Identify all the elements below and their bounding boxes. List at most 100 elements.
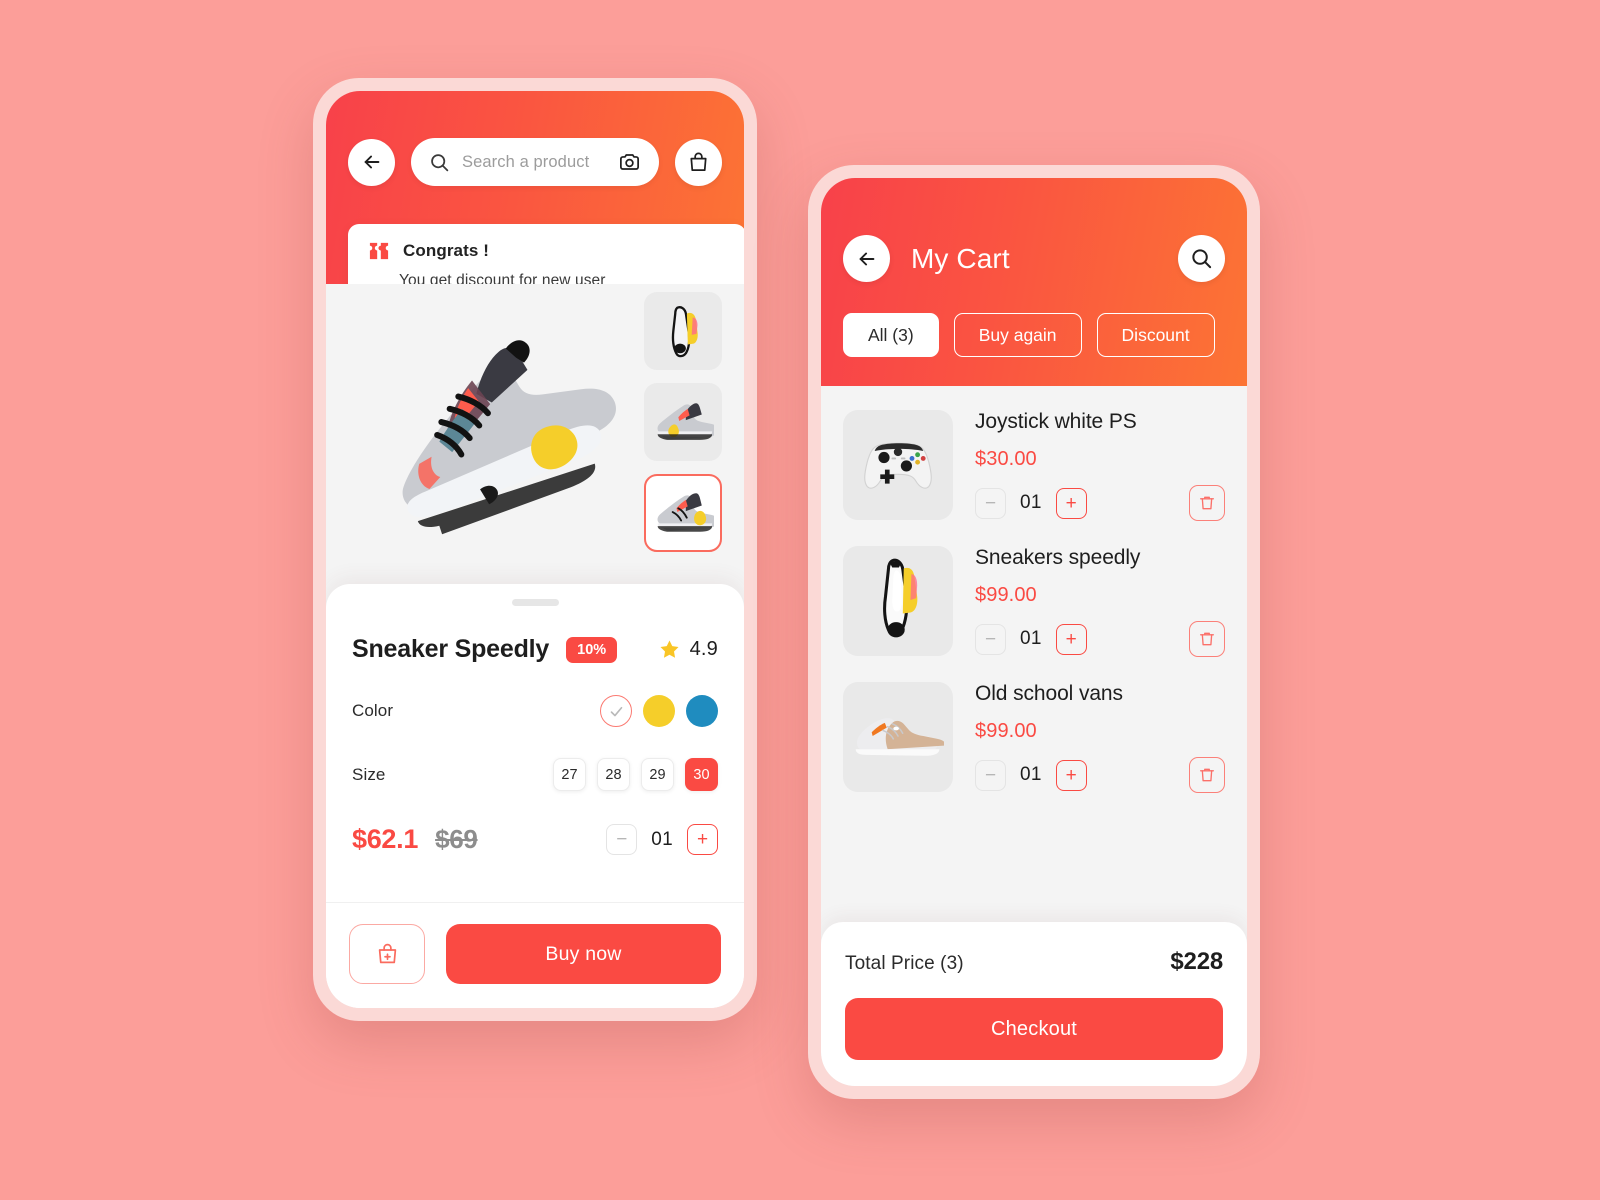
product-cta-bar: Buy now <box>326 902 744 1008</box>
arrow-left-icon <box>364 155 379 169</box>
delete-item-button[interactable] <box>1189 485 1225 521</box>
decrease-quantity-button[interactable]: − <box>606 824 638 855</box>
rating-value: 4.9 <box>689 638 718 660</box>
increase-quantity-button[interactable]: + <box>1055 487 1087 519</box>
sneaker-angle-view-icon <box>657 493 714 532</box>
star-icon <box>660 640 679 658</box>
quantity-stepper: − 01 + <box>606 824 718 855</box>
total-price-label: Total Price (3) <box>845 953 964 974</box>
sneaker-side-view-icon <box>657 403 714 440</box>
cart-search-button[interactable] <box>1178 235 1225 282</box>
cart-page-title: My Cart <box>911 242 1010 274</box>
delete-item-button[interactable] <box>1189 621 1225 657</box>
item-details: Joystick white PS $30.00 − 01 + <box>953 410 1225 521</box>
search-icon <box>1192 249 1212 269</box>
total-price-row: Total Price (3) $228 <box>845 948 1223 976</box>
size-chip-27[interactable]: 27 <box>553 758 586 791</box>
arrow-left-icon <box>859 252 874 265</box>
product-detail-phone: Search a product Congrats ! You get disc… <box>313 78 757 1021</box>
current-price: $62.1 <box>352 824 419 854</box>
product-detail-screen: Search a product Congrats ! You get disc… <box>326 91 744 1008</box>
rating-group: 4.9 <box>658 638 718 661</box>
color-label: Color <box>352 701 394 720</box>
back-button[interactable] <box>348 138 395 186</box>
color-swatch-list <box>600 695 718 727</box>
tab-all[interactable]: All (3) <box>843 313 939 357</box>
trash-icon <box>1200 768 1214 782</box>
product-gallery <box>326 284 744 584</box>
size-chip-28[interactable]: 28 <box>597 758 630 791</box>
quantity-value: 01 <box>1020 492 1042 513</box>
quantity-stepper: − 01 + <box>975 759 1087 791</box>
cart-item-list: Joystick white PS $30.00 − 01 + Sneakers… <box>821 386 1247 793</box>
thumbnail-2[interactable] <box>644 474 722 552</box>
check-icon <box>610 706 622 716</box>
table-row[interactable]: Sneakers speedly $99.00 − 01 + <box>821 546 1247 657</box>
size-chip-29[interactable]: 29 <box>641 758 674 791</box>
quantity-stepper: − 01 + <box>975 487 1087 519</box>
sneaker-top-view-icon <box>671 306 698 358</box>
tab-buy-again[interactable]: Buy again <box>953 313 1082 357</box>
cart-tab-list: All (3) Buy again Discount <box>821 282 1247 357</box>
delete-item-button[interactable] <box>1189 757 1225 793</box>
size-label: Size <box>352 764 386 784</box>
table-row[interactable]: Joystick white PS $30.00 − 01 + <box>821 410 1247 521</box>
quantity-stepper: − 01 + <box>975 623 1087 655</box>
item-quantity-row: − 01 + <box>975 485 1225 521</box>
search-bar[interactable]: Search a product <box>411 138 659 186</box>
product-detail-sheet: Sneaker Speedly 10% 4.9 Color Size 27 28… <box>326 584 744 1008</box>
item-thumbnail-sneakers <box>843 546 953 656</box>
item-thumbnail-vans <box>843 682 953 792</box>
original-price: $69 <box>435 824 478 854</box>
add-to-bag-button[interactable] <box>349 924 425 984</box>
cart-top-bar: My Cart <box>821 178 1247 282</box>
quantity-value: 01 <box>1020 628 1042 649</box>
decrease-quantity-button[interactable]: − <box>975 623 1006 655</box>
camera-icon[interactable] <box>618 151 641 174</box>
product-top-bar: Search a product <box>326 91 744 186</box>
shopping-bag-button[interactable] <box>675 138 722 186</box>
item-name: Sneakers speedly <box>975 546 1141 569</box>
thumbnail-list <box>644 292 722 552</box>
item-details: Sneakers speedly $99.00 − 01 + <box>953 546 1225 657</box>
cart-screen: My Cart All (3) Buy again Discount Joyst… <box>821 178 1247 1086</box>
thumbnail-1[interactable] <box>644 383 722 461</box>
joystick-image <box>864 442 932 489</box>
total-price-value: $228 <box>1170 948 1223 975</box>
item-price: $99.00 <box>975 584 1037 606</box>
congrats-header-row: Congrats ! <box>368 241 726 261</box>
color-row: Color <box>326 695 744 727</box>
search-input[interactable]: Search a product <box>462 153 606 172</box>
item-details: Old school vans $99.00 − 01 + <box>953 682 1225 793</box>
color-swatch-yellow[interactable] <box>643 695 675 727</box>
buy-now-button[interactable]: Buy now <box>446 924 721 984</box>
shopping-bag-icon <box>690 152 707 171</box>
discount-badge: 10% <box>566 636 618 663</box>
vans-shoe-image <box>855 718 944 756</box>
item-thumbnail-joystick <box>843 410 953 520</box>
add-to-bag-icon <box>378 943 396 963</box>
color-swatch-white[interactable] <box>600 695 632 727</box>
cart-footer: Total Price (3) $228 Checkout <box>821 922 1247 1086</box>
increase-quantity-button[interactable]: + <box>687 824 718 855</box>
tab-discount[interactable]: Discount <box>1096 313 1215 357</box>
increase-quantity-button[interactable]: + <box>1055 759 1087 791</box>
checkout-button[interactable]: Checkout <box>845 998 1223 1060</box>
size-chip-list: 27 28 29 30 <box>553 758 718 791</box>
cart-header: My Cart All (3) Buy again Discount <box>821 178 1247 386</box>
trash-icon <box>1200 496 1214 510</box>
thumbnail-0[interactable] <box>644 292 722 370</box>
decrease-quantity-button[interactable]: − <box>975 487 1006 519</box>
decrease-quantity-button[interactable]: − <box>975 759 1006 791</box>
product-title-row: Sneaker Speedly 10% 4.9 <box>326 606 744 664</box>
size-chip-30[interactable]: 30 <box>685 758 718 791</box>
trash-icon <box>1200 632 1214 646</box>
table-row[interactable]: Old school vans $99.00 − 01 + <box>821 682 1247 793</box>
product-header: Search a product Congrats ! You get disc… <box>326 91 744 309</box>
sneakers-top-image <box>883 558 918 638</box>
color-swatch-blue[interactable] <box>686 695 718 727</box>
cart-back-button[interactable] <box>843 235 890 282</box>
sheet-drag-handle[interactable] <box>511 599 559 606</box>
increase-quantity-button[interactable]: + <box>1055 623 1087 655</box>
sneaker-hero-image <box>402 340 616 535</box>
